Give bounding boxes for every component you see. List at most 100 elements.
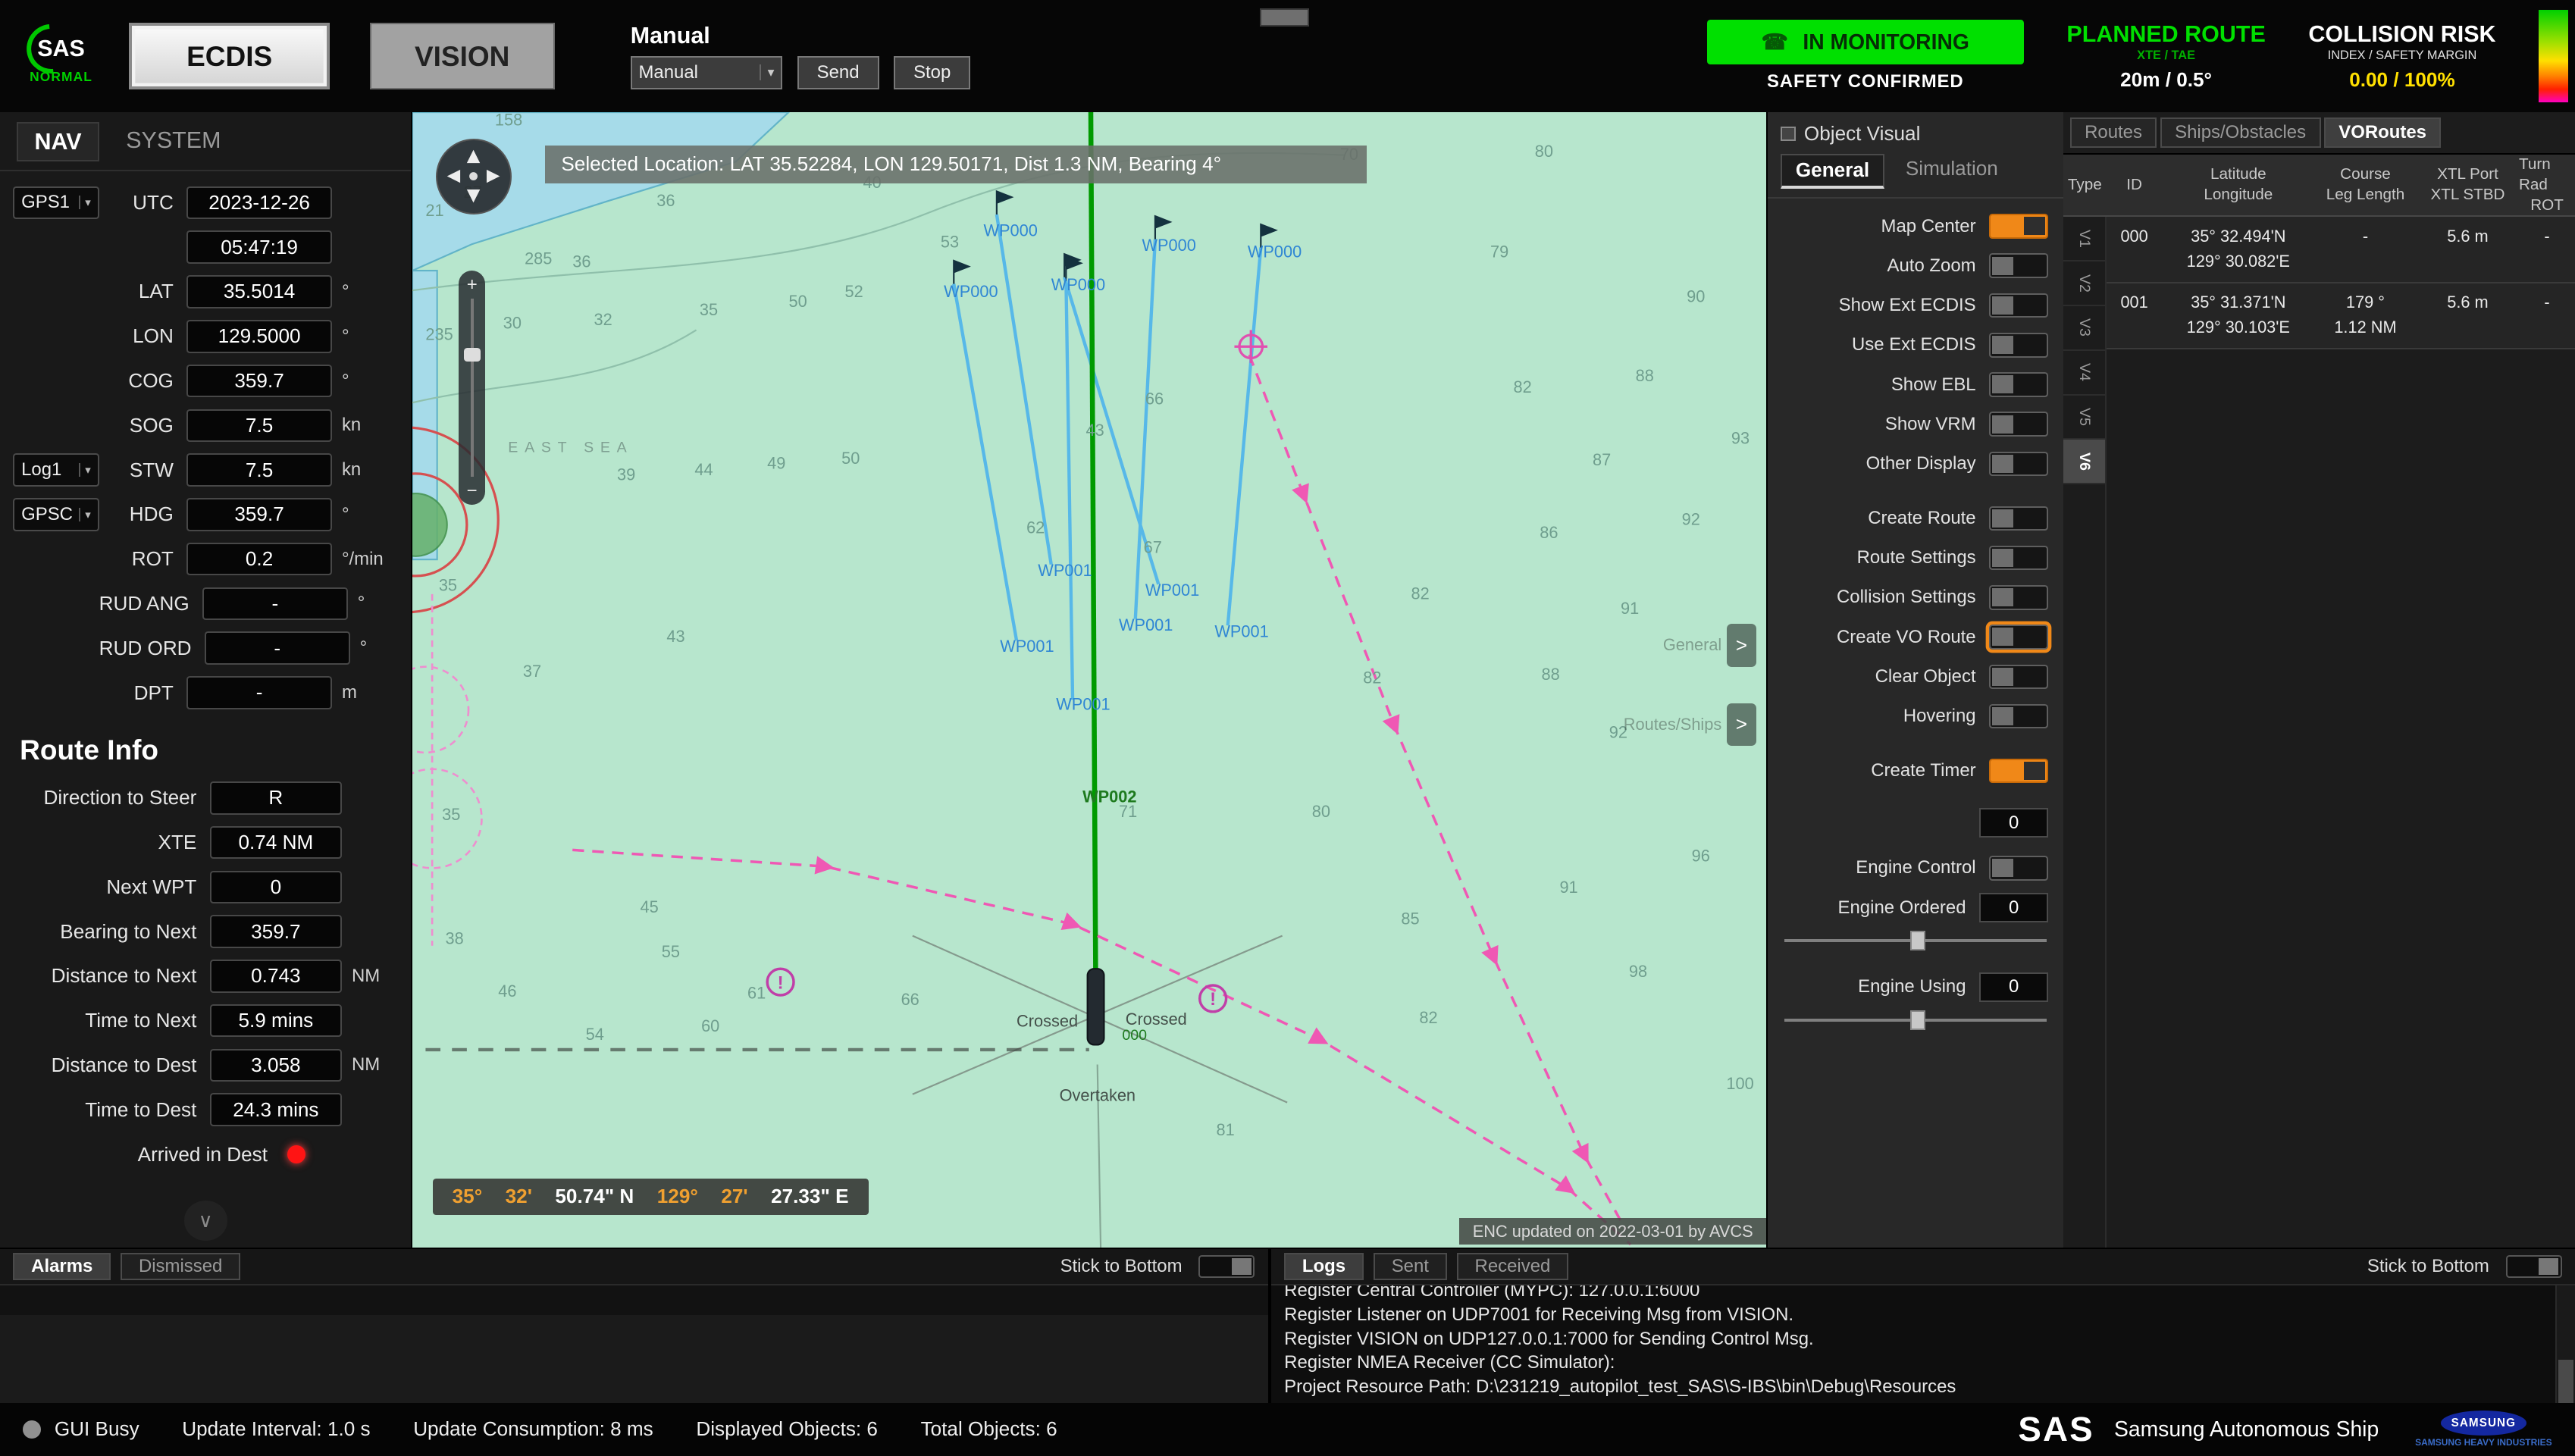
route-info-value[interactable]: R — [210, 781, 342, 815]
vision-button[interactable]: VISION — [370, 23, 555, 89]
toggle-show-ebl[interactable] — [1989, 372, 2048, 397]
logs-stick-toggle[interactable] — [2506, 1255, 2562, 1278]
toggle-auto-zoom[interactable] — [1989, 253, 2048, 278]
tab-logs[interactable]: Logs — [1284, 1253, 1364, 1280]
nav-value[interactable]: 7.5 — [186, 409, 332, 443]
vtab-v6[interactable]: V6 — [2063, 440, 2105, 484]
toggle-use-ext-ecdis[interactable] — [1989, 333, 2048, 358]
nav-unit: ° — [348, 593, 398, 614]
vtab-v4[interactable]: V4 — [2063, 351, 2105, 396]
sensor-selector[interactable]: GPSC▾ — [13, 498, 99, 531]
route-info-value[interactable]: 24.3 mins — [210, 1093, 342, 1126]
tab-ships-obstacles[interactable]: Ships/Obstacles — [2160, 117, 2321, 149]
nav-value[interactable]: - — [186, 676, 332, 709]
logs-scrollbar[interactable] — [2555, 1285, 2575, 1403]
send-button[interactable]: Send — [797, 56, 879, 89]
route-info-value[interactable]: 5.9 mins — [210, 1004, 342, 1038]
nav-value[interactable]: 359.7 — [186, 365, 332, 398]
nav-unit: kn — [332, 415, 398, 436]
nav-value[interactable]: 129.5000 — [186, 320, 332, 353]
nav-value[interactable]: 359.7 — [186, 498, 332, 531]
mode-select[interactable]: Manual ▾ — [631, 56, 782, 89]
route-info-value[interactable]: 0 — [210, 871, 342, 904]
engine-using-value[interactable]: 0 — [1979, 972, 2048, 1002]
toggle-create-vo-route[interactable] — [1989, 625, 2048, 650]
depth-sounding: 88 — [1542, 665, 1560, 684]
compass-control[interactable] — [436, 139, 512, 214]
vtab-v2[interactable]: V2 — [2063, 261, 2105, 306]
tab-dismissed[interactable]: Dismissed — [121, 1253, 240, 1280]
coord-part: 27.33" E — [771, 1185, 848, 1208]
enc-chart[interactable]: !!15827213640537080799028536235303235505… — [412, 112, 1766, 1248]
timer-value-input[interactable]: 0 — [1979, 808, 2048, 838]
toggle-show-vrm[interactable] — [1989, 412, 2048, 437]
toggle-route-settings[interactable] — [1989, 546, 2048, 571]
toggle-map-center[interactable] — [1989, 214, 2048, 239]
alarms-list[interactable] — [0, 1285, 1268, 1403]
alarms-stick-toggle[interactable] — [1198, 1255, 1255, 1278]
tab-routes[interactable]: Routes — [2070, 117, 2157, 149]
tab-nav[interactable]: NAV — [17, 122, 100, 161]
vtab-v1[interactable]: V1 — [2063, 217, 2105, 261]
vtab-v3[interactable]: V3 — [2063, 306, 2105, 351]
expand-general-button[interactable]: > — [1727, 624, 1756, 667]
toggle-other-display[interactable] — [1989, 452, 2048, 477]
chart-view[interactable]: !!15827213640537080799028536235303235505… — [412, 112, 1766, 1248]
tab-alarms[interactable]: Alarms — [13, 1253, 111, 1280]
tab-voroutes[interactable]: VORoutes — [2324, 117, 2442, 149]
engine-ordered-slider[interactable] — [1784, 929, 2047, 952]
depth-sounding: 235 — [426, 325, 453, 344]
toggle-engine-control[interactable] — [1989, 856, 2048, 881]
tab-general[interactable]: General — [1781, 154, 1884, 189]
toggle-create-route[interactable] — [1989, 506, 2048, 531]
nav-value[interactable]: 7.5 — [186, 453, 332, 487]
route-info-value[interactable]: 0.74 NM — [210, 826, 342, 860]
zoom-in-button[interactable]: + — [467, 276, 478, 294]
nav-value[interactable]: - — [202, 587, 348, 621]
tab-sent[interactable]: Sent — [1374, 1253, 1447, 1280]
zoom-out-button[interactable]: − — [467, 482, 478, 500]
collapse-button[interactable]: ∨ — [184, 1201, 227, 1240]
slider-thumb[interactable] — [1910, 931, 1925, 950]
route-info-value[interactable]: 0.743 — [210, 960, 342, 993]
in-monitoring-button[interactable]: ☎ IN MONITORING — [1707, 20, 2024, 64]
nav-data-row: ROT0.2°/min — [0, 540, 411, 579]
waypoint-row[interactable]: 00135° 31.371'N129° 30.103'E179 °1.12 NM… — [2107, 283, 2575, 349]
tab-received[interactable]: Received — [1457, 1253, 1568, 1280]
route-info-value[interactable]: 359.7 — [210, 915, 342, 948]
toggle-show-ext-ecdis[interactable] — [1989, 293, 2048, 318]
toggle-label: Route Settings — [1783, 547, 1976, 568]
alarm-tabs: Alarms Dismissed — [13, 1253, 240, 1280]
engine-ordered-value[interactable]: 0 — [1979, 893, 2048, 922]
sensor-selector[interactable]: GPS1▾ — [13, 186, 99, 220]
nav-value[interactable]: 05:47:19 — [186, 230, 332, 264]
log-output[interactable]: Register Central Controller (MYPC): 127.… — [1271, 1285, 2575, 1403]
toggle-create-timer[interactable] — [1989, 759, 2048, 784]
nav-value[interactable]: - — [205, 631, 350, 665]
route-info-row: Direction to SteerR — [0, 778, 411, 818]
nav-value[interactable]: 35.5014 — [186, 275, 332, 308]
ecdis-button[interactable]: ECDIS — [129, 23, 330, 89]
sensor-selector[interactable]: Log1▾ — [13, 453, 99, 487]
zoom-track[interactable] — [471, 299, 474, 477]
toggle-clear-object[interactable] — [1989, 665, 2048, 690]
toggle-hovering[interactable] — [1989, 704, 2048, 729]
window-handle[interactable] — [1260, 8, 1309, 27]
scrollbar-thumb[interactable] — [2558, 1360, 2573, 1403]
nav-value[interactable]: 0.2 — [186, 543, 332, 576]
route-info-value[interactable]: 3.058 — [210, 1049, 342, 1082]
zoom-knob[interactable] — [464, 348, 481, 361]
tab-simulation[interactable]: Simulation — [1892, 154, 2011, 189]
zoom-slider[interactable]: + − — [459, 271, 485, 505]
toggle-collision-settings[interactable] — [1989, 585, 2048, 610]
nav-unit: ° — [332, 371, 398, 392]
waypoint-row[interactable]: 00035° 32.494'N129° 30.082'E-5.6 m- — [2107, 217, 2575, 283]
nav-value[interactable]: 2023-12-26 — [186, 186, 332, 220]
toggle-knob — [1992, 628, 2013, 646]
stop-button[interactable]: Stop — [894, 56, 970, 89]
tab-system[interactable]: SYSTEM — [109, 122, 237, 161]
vtab-v5[interactable]: V5 — [2063, 396, 2105, 440]
expand-routes-button[interactable]: > — [1727, 703, 1756, 747]
engine-using-slider[interactable] — [1784, 1008, 2047, 1031]
slider-thumb[interactable] — [1910, 1010, 1925, 1030]
